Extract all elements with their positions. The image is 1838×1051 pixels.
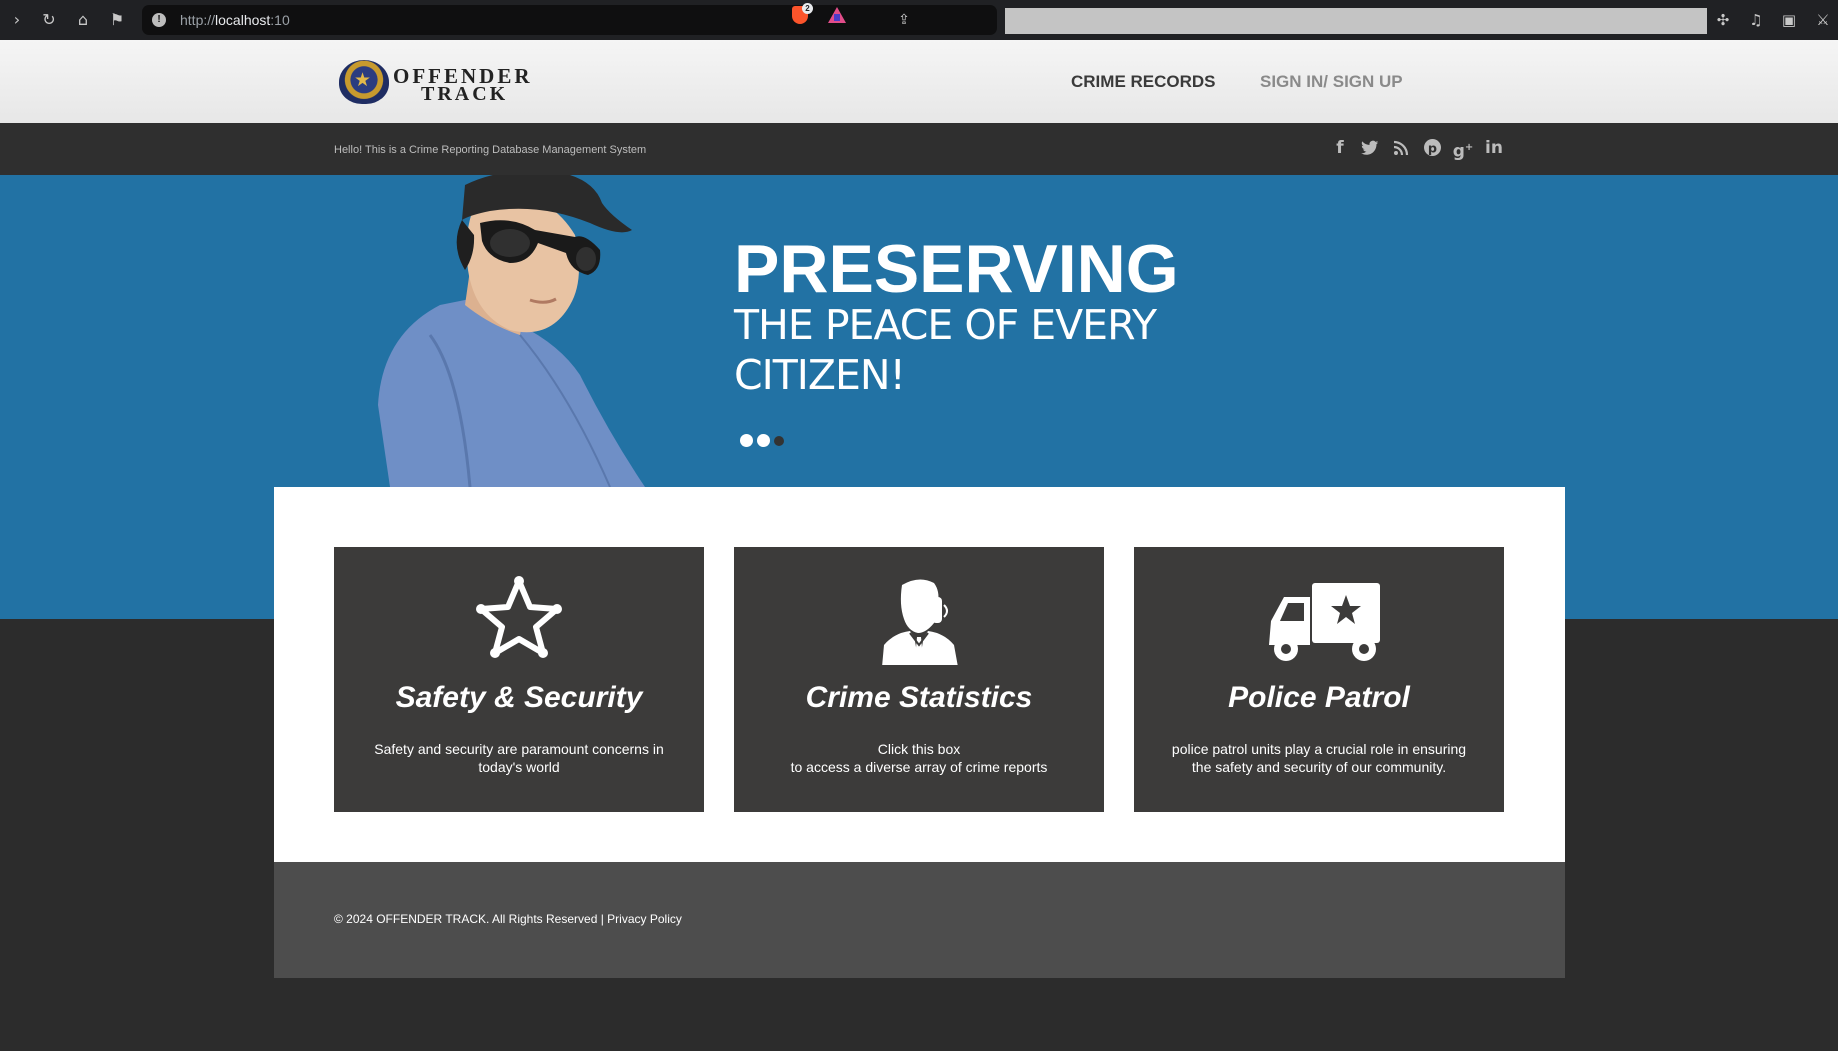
site-header: ★ OFFENDER TRACK CRIME RECORDS SIGN IN/ … [0, 40, 1838, 123]
shield-count-badge: 2 [802, 3, 813, 14]
police-van-icon [1269, 583, 1380, 661]
media-icon[interactable]: ♫ [1745, 9, 1767, 31]
tagline: Hello! This is a Crime Reporting Databas… [334, 144, 647, 156]
slider-dot-2[interactable] [757, 434, 770, 447]
rewards-inner-mark [834, 14, 840, 21]
bookmark-icon[interactable]: ⚑ [106, 9, 128, 31]
redacted-bar [1005, 8, 1707, 34]
officer-phone-icon [882, 579, 958, 665]
extensions-icon[interactable]: ✣ [1712, 9, 1734, 31]
officer-photo [378, 175, 645, 487]
brave-shield-icon[interactable]: 2 [792, 3, 813, 24]
pinterest-icon[interactable]: p [1421, 137, 1443, 159]
copyright-text: © 2024 OFFENDER TRACK. All Rights Reserv… [334, 912, 608, 926]
copyright: © 2024 OFFENDER TRACK. All Rights Reserv… [334, 912, 682, 926]
home-icon[interactable]: ⌂ [72, 9, 94, 31]
card-text: Safety and security are paramount concer… [374, 741, 664, 775]
svg-text:p: p [1427, 141, 1436, 156]
card-text: police patrol units play a crucial role … [1171, 741, 1467, 775]
logo-star-icon: ★ [354, 69, 372, 91]
info-strip: Hello! This is a Crime Reporting Databas… [0, 123, 1838, 175]
card-text-line1: Click this box [877, 741, 961, 757]
card-text: Click this box to access a diverse array… [764, 740, 1074, 776]
card-police-patrol[interactable]: Police Patrol police patrol units play a… [1134, 547, 1504, 812]
site-info-icon[interactable]: ! [152, 13, 166, 27]
card-title: Safety & Security [395, 681, 643, 714]
vpn-icon[interactable]: ⚔ [1812, 9, 1834, 31]
google-plus-icon[interactable]: g+ [1452, 137, 1474, 162]
address-bar[interactable]: ! http://localhost:10 ⇪ [142, 5, 997, 35]
wallet-icon[interactable]: ▣ [1778, 9, 1800, 31]
police-badge-logo-icon[interactable]: ★ [339, 60, 389, 104]
forward-icon[interactable]: › [6, 9, 28, 31]
facebook-icon[interactable]: f [1329, 137, 1351, 159]
nav-sign-in[interactable]: SIGN IN/ SIGN UP [1260, 72, 1403, 92]
linkedin-icon[interactable]: in [1483, 137, 1505, 159]
card-crime-statistics[interactable]: Crime Statistics Click this box to acces… [734, 547, 1104, 812]
share-icon[interactable]: ⇪ [894, 10, 914, 30]
nav-crime-records[interactable]: CRIME RECORDS [1071, 72, 1216, 92]
slider-dot-1[interactable] [740, 434, 753, 447]
sheriff-star-icon [476, 576, 562, 658]
features-panel: Safety & Security Safety and security ar… [274, 487, 1565, 862]
card-safety-security[interactable]: Safety & Security Safety and security ar… [334, 547, 704, 812]
footer: © 2024 OFFENDER TRACK. All Rights Reserv… [274, 862, 1565, 978]
reload-icon[interactable]: ↻ [38, 9, 60, 31]
rss-icon[interactable] [1390, 137, 1412, 159]
hero-subtitle: THE PEACE OF EVERY CITIZEN! [734, 301, 1157, 399]
slider-dot-3-active[interactable] [774, 436, 784, 446]
privacy-policy-link[interactable]: Privacy Policy [607, 912, 682, 926]
card-text-line2: to access a diverse array of crime repor… [790, 759, 1048, 775]
logo-text-line2[interactable]: TRACK [421, 83, 508, 106]
hero-title: PRESERVING [734, 231, 1179, 307]
url-text[interactable]: http://localhost:10 [180, 12, 290, 28]
browser-toolbar: › ↻ ⌂ ⚑ ! http://localhost:10 ⇪ 2 ✣ ♫ ▣ … [0, 0, 1838, 40]
card-title: Crime Statistics [805, 681, 1033, 714]
twitter-icon[interactable] [1359, 137, 1381, 159]
card-title: Police Patrol [1228, 681, 1410, 714]
